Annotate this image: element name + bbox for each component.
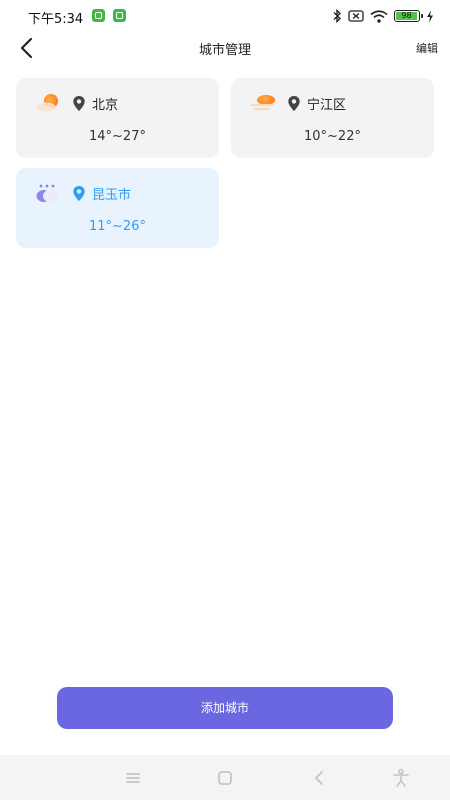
city-card-beijing[interactable]: 北京 14°~27° <box>16 78 219 158</box>
bluetooth-icon <box>333 9 341 23</box>
city-card-kunyu[interactable]: 昆玉市 11°~26° <box>16 168 219 248</box>
temperature-range: 14°~27° <box>89 129 146 144</box>
app-notification-icon <box>92 9 105 22</box>
charging-icon <box>427 10 433 22</box>
sunny-cloudy-icon <box>36 94 58 112</box>
accessibility-nav-button[interactable] <box>390 767 412 789</box>
back-icon <box>315 771 323 785</box>
temperature-range: 10°~22° <box>304 129 361 144</box>
battery-level: 98 <box>396 12 417 20</box>
no-sim-icon <box>348 10 364 22</box>
temperature-range: 11°~26° <box>89 219 146 234</box>
location-pin-icon <box>73 186 85 201</box>
windy-sun-icon <box>250 95 275 111</box>
location-pin-icon <box>73 96 85 111</box>
menu-icon <box>126 773 140 783</box>
city-name: 宁江区 <box>307 98 347 113</box>
edit-button[interactable]: 编辑 <box>416 40 438 56</box>
accessibility-icon <box>393 768 409 787</box>
header: 城市管理 编辑 <box>0 32 450 62</box>
wifi-icon <box>370 9 388 23</box>
status-bar: 下午5:34 98 <box>0 0 450 32</box>
battery-icon: 98 <box>394 10 423 22</box>
city-card-ningjiang[interactable]: 宁江区 10°~22° <box>231 78 434 158</box>
back-nav-button[interactable] <box>308 767 330 789</box>
home-nav-button[interactable] <box>214 767 236 789</box>
menu-nav-button[interactable] <box>122 767 144 789</box>
page-title: 城市管理 <box>198 43 251 58</box>
app-notification-icon <box>113 9 126 22</box>
city-name: 昆玉市 <box>92 188 132 203</box>
city-name: 北京 <box>92 98 119 113</box>
cloudy-icon <box>36 184 59 203</box>
add-city-button[interactable]: 添加城市 <box>57 687 393 729</box>
location-pin-icon <box>288 96 300 111</box>
status-icons: 98 <box>332 8 434 24</box>
home-icon <box>218 771 232 785</box>
navigation-bar <box>0 755 450 800</box>
status-time: 下午5:34 <box>28 12 84 27</box>
